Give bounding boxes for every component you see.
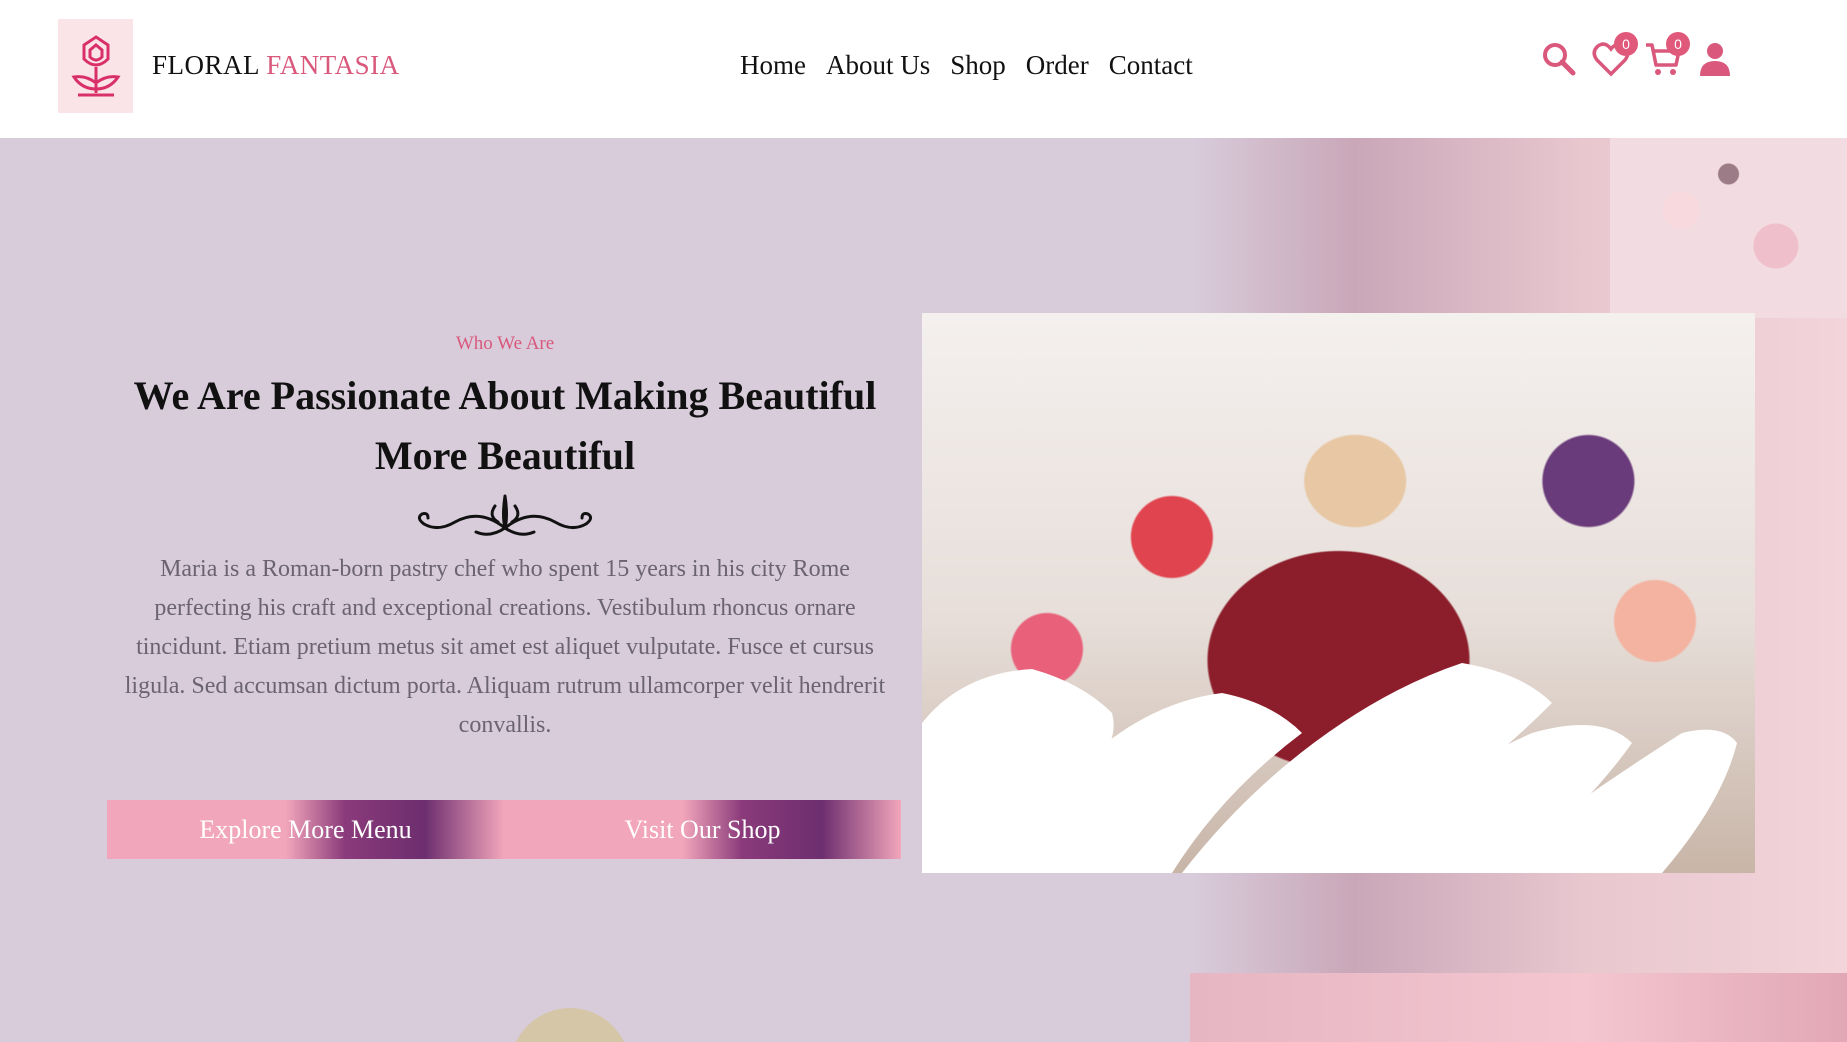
section-description: Maria is a Roman-born pastry chef who sp…: [124, 556, 886, 738]
nav-home[interactable]: Home: [740, 50, 806, 81]
brand-name-part1: FLORAL: [152, 50, 260, 80]
about-hero-section: Who We Are We Are Passionate About Makin…: [0, 138, 1847, 1042]
header-icons: 0 0: [1540, 32, 1734, 80]
flower-logo-icon: [70, 35, 121, 97]
search-button[interactable]: [1540, 38, 1578, 80]
cart-count-badge: 0: [1666, 32, 1690, 56]
user-icon: [1700, 43, 1730, 76]
nav-contact[interactable]: Contact: [1109, 50, 1193, 81]
brand-name-part2: FANTASIA: [266, 50, 400, 80]
logo[interactable]: [58, 19, 133, 113]
nav-shop[interactable]: Shop: [950, 50, 1006, 81]
visit-button-label: Visit Our Shop: [624, 814, 781, 844]
account-button[interactable]: [1696, 38, 1734, 80]
wishlist-button[interactable]: 0: [1592, 32, 1638, 80]
background-petal-strip: [1190, 973, 1847, 1042]
section-title: We Are Passionate About Making Beautiful…: [133, 373, 877, 478]
search-icon: [1543, 43, 1576, 76]
ornament-divider-icon: [417, 494, 593, 536]
cart-button[interactable]: 0: [1644, 32, 1690, 80]
background-hat-image: [510, 1008, 630, 1042]
nav-order[interactable]: Order: [1026, 50, 1089, 81]
brand-name[interactable]: FLORAL FANTASIA: [152, 50, 400, 81]
visit-our-shop-button[interactable]: Visit Our Shop: [504, 800, 901, 859]
florist-photo: [922, 313, 1755, 873]
explore-button-label: Explore More Menu: [199, 814, 412, 844]
explore-more-menu-button[interactable]: Explore More Menu: [107, 800, 504, 859]
site-header: FLORAL FANTASIA Home About Us Shop Order…: [0, 0, 1847, 138]
background-dress-image: [1610, 138, 1847, 318]
brush-stroke-overlay: [922, 663, 1737, 873]
wishlist-count-badge: 0: [1614, 32, 1638, 56]
section-subtitle: Who We Are: [455, 333, 555, 354]
main-nav: Home About Us Shop Order Contact: [740, 50, 1193, 81]
nav-about-us[interactable]: About Us: [826, 50, 930, 81]
